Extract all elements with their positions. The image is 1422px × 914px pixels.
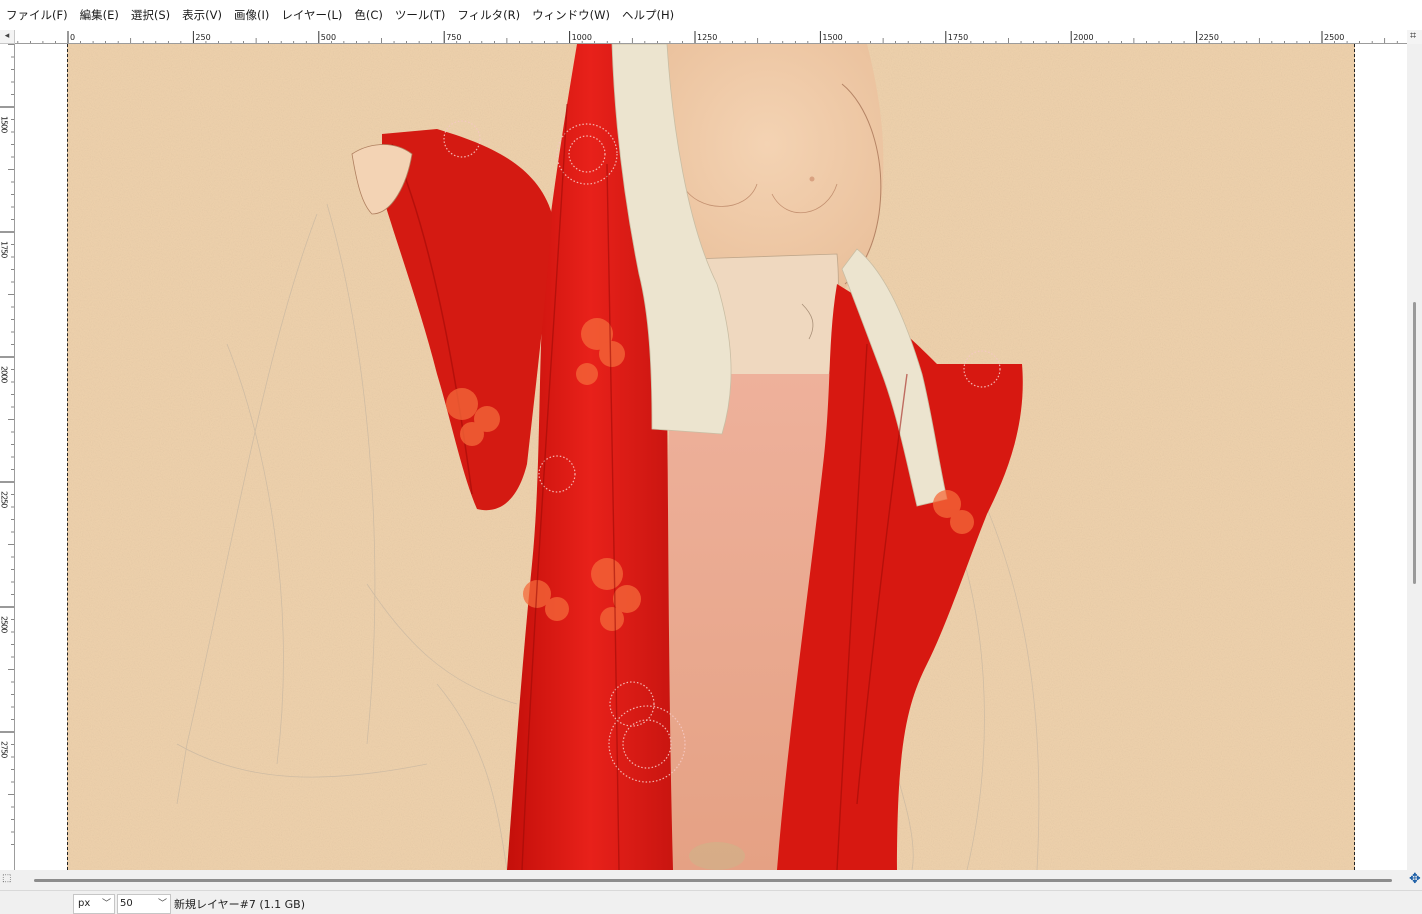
ruler-label: 1750 [0,241,9,258]
ruler-label: 750 [446,33,461,42]
horizontal-ruler[interactable]: 0 250 500 750 1000 1250 1500 1750 2000 2250 2500 [15,30,1407,44]
ruler-label: 1500 [0,116,9,133]
menu-item[interactable]: ヘルプ(H) [618,0,678,30]
ruler-label: 2250 [1199,33,1219,42]
ruler-label: 2250 [0,491,9,508]
nav-corner[interactable]: ⌗ [1407,29,1422,44]
menu-item[interactable]: 画像(I) [230,0,273,30]
menu-item[interactable]: 編集(E) [76,0,123,30]
menu-item[interactable]: ツール(T) [391,0,450,30]
navigate-icon[interactable]: ✥ [1409,871,1421,887]
menu-item[interactable]: レイヤー(L) [277,0,346,30]
ruler-label: 2000 [1073,33,1093,42]
unit-select[interactable]: px ﹀ [73,894,115,914]
chevron-down-icon: ﹀ [101,899,111,909]
ruler-label: 2000 [0,366,9,383]
ruler-label: 1500 [822,33,842,42]
horizontal-scroll-row: ⬚ ✥ [0,870,1422,890]
image-canvas[interactable] [67,44,1355,870]
ruler-label: 1000 [572,33,592,42]
ruler-label: 2500 [1324,33,1344,42]
zoom-value: 50 [120,898,133,909]
vertical-ruler[interactable]: 1500 1750 2000 2250 2500 2750 [0,44,15,870]
menu-item[interactable]: 選択(S) [127,0,174,30]
statusbar: px ﹀ 50 ﹀ 新規レイヤー#7 (1.1 GB) [0,890,1422,914]
canvas-right-boundary [1354,44,1355,870]
zoom-select[interactable]: 50 ﹀ [117,894,171,914]
ruler-corner-icon[interactable]: ◂ [0,30,15,44]
ruler-label: 0 [70,33,75,42]
horizontal-ruler-ticks: 0 250 500 750 1000 1250 1500 1750 2000 2250 2500 [17,31,1398,43]
menu-item[interactable]: 色(C) [350,0,387,30]
ruler-label: 2500 [0,616,9,633]
kimono-painting [67,44,1355,870]
vertical-ruler-ticks: 1500 1750 2000 2250 2500 2750 [0,44,14,845]
vertical-scrollbar-thumb[interactable] [1413,302,1416,584]
canvas-area[interactable] [15,44,1407,870]
ruler-label: 1250 [697,33,717,42]
canvas-left-boundary [67,44,68,870]
ruler-label: 2750 [0,741,9,758]
ruler-label: 500 [321,33,336,42]
ruler-label: 250 [195,33,210,42]
quick-mask-icon[interactable]: ⬚ [2,873,11,884]
horizontal-scrollbar-thumb[interactable] [34,879,1392,882]
vertical-scrollbar[interactable] [1407,44,1422,870]
menu-item[interactable]: ウィンドウ(W) [528,0,614,30]
ruler-label: 1750 [948,33,968,42]
navigate-icon: ⌗ [1410,29,1417,42]
menu-item[interactable]: フィルタ(R) [453,0,524,30]
unit-value: px [78,898,91,909]
menu-item[interactable]: 表示(V) [178,0,226,30]
chevron-down-icon: ﹀ [157,899,167,909]
menu-item[interactable]: ファイル(F) [2,0,72,30]
menubar: ファイル(F) 編集(E) 選択(S) 表示(V) 画像(I) レイヤー(L) 色(C) ツー… [0,0,1422,30]
layer-status-text: 新規レイヤー#7 (1.1 GB) [174,898,306,911]
